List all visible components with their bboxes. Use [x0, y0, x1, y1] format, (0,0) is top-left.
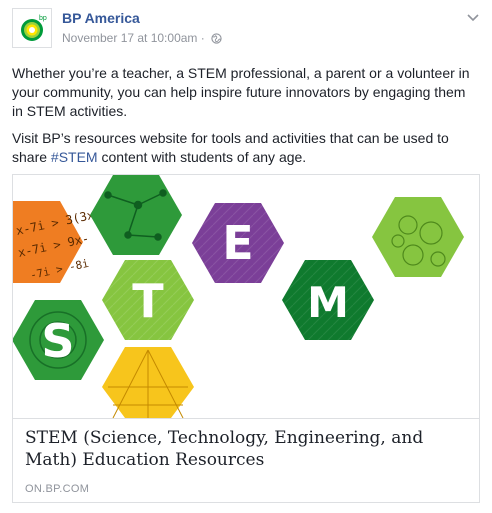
card-domain: ON.BP.COM [25, 483, 90, 495]
card-image[interactable]: x-7i > 3(3x x-7i > 9x- -7i > -8i E T S M [0, 175, 479, 419]
post-timestamp[interactable]: November 17 at 10:00am [62, 31, 197, 45]
avatar[interactable]: bp [12, 8, 52, 48]
lime-hexagon [372, 197, 464, 277]
post-meta: November 17 at 10:00am · [62, 31, 222, 45]
letter-s: S [41, 314, 74, 368]
post-text: Whether you’re a teacher, a STEM profess… [12, 64, 480, 175]
avatar-label: bp [39, 15, 47, 22]
link-preview-card[interactable]: x-7i > 3(3x x-7i > 9x- -7i > -8i E T S M… [0, 174, 480, 503]
stem-hashtag-link[interactable]: #STEM [51, 149, 98, 165]
post-paragraph-1: Whether you’re a teacher, a STEM profess… [12, 65, 470, 119]
letter-t: T [132, 274, 164, 328]
stem-hexagon-graphic: x-7i > 3(3x x-7i > 9x- -7i > -8i E T S M [0, 175, 464, 419]
chevron-down-icon[interactable] [466, 10, 480, 24]
meta-separator: · [200, 31, 205, 45]
green-network-hexagon [90, 175, 182, 255]
post-header: bp BP America November 17 at 10:00am · [12, 8, 480, 52]
page-name-link[interactable]: BP America [62, 10, 140, 26]
letter-e: E [222, 216, 253, 270]
paragraph-2-end: content with students of any age. [97, 149, 307, 165]
card-title[interactable]: STEM (Science, Technology, Engineering, … [25, 427, 469, 471]
letter-m: M [307, 278, 349, 327]
facebook-post: bp BP America November 17 at 10:00am · W… [0, 0, 492, 513]
post-paragraph-2: Visit BP’s resources website for tools a… [12, 129, 480, 167]
bp-logo-icon: bp [21, 15, 47, 41]
globe-icon[interactable] [211, 33, 222, 44]
